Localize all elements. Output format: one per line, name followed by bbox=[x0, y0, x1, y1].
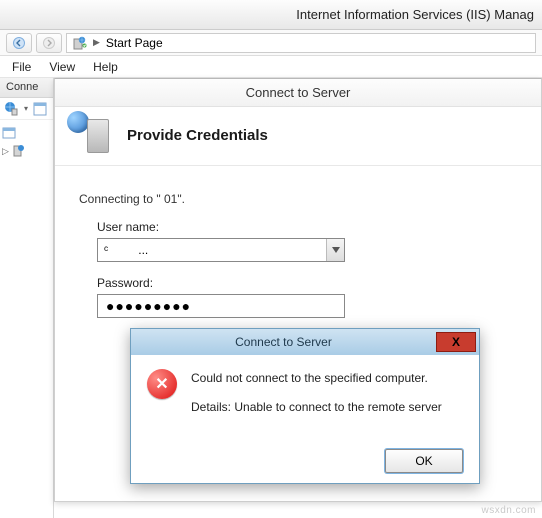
forward-button[interactable] bbox=[36, 33, 62, 53]
error-icon: ✕ bbox=[147, 369, 177, 399]
menu-help[interactable]: Help bbox=[93, 60, 118, 74]
wizard-heading: Provide Credentials bbox=[127, 127, 268, 144]
chevron-down-icon bbox=[332, 247, 340, 253]
password-field[interactable] bbox=[97, 294, 345, 318]
tree-server-node[interactable]: ▷ bbox=[2, 142, 51, 160]
username-input[interactable] bbox=[98, 243, 326, 257]
tree-start-page[interactable] bbox=[2, 124, 51, 142]
connections-pane: Conne ▾ ▷ bbox=[0, 78, 54, 518]
menu-bar: File View Help bbox=[0, 56, 542, 78]
menu-view[interactable]: View bbox=[49, 60, 75, 74]
menu-file[interactable]: File bbox=[12, 60, 31, 74]
server-globe-icon bbox=[73, 115, 113, 155]
connecting-to-line: Connecting to " 01". bbox=[79, 192, 517, 206]
wizard-title: Connect to Server bbox=[55, 79, 541, 107]
toolbar: ▶ Start Page bbox=[0, 30, 542, 56]
app-titlebar: Internet Information Services (IIS) Mana… bbox=[0, 0, 542, 30]
close-icon: X bbox=[452, 335, 460, 349]
breadcrumb-separator: ▶ bbox=[93, 37, 100, 48]
ok-button[interactable]: OK bbox=[385, 449, 463, 473]
error-message: Could not connect to the specified compu… bbox=[191, 369, 442, 388]
app-title: Internet Information Services (IIS) Mana… bbox=[296, 7, 534, 22]
username-dropdown-button[interactable] bbox=[326, 239, 344, 261]
error-details: Details: Unable to connect to the remote… bbox=[191, 398, 442, 417]
connections-tree[interactable]: ▷ bbox=[0, 120, 53, 164]
iis-icon bbox=[73, 36, 87, 50]
connections-toolbar: ▾ bbox=[0, 98, 53, 120]
dialog-titlebar[interactable]: Connect to Server X bbox=[131, 329, 479, 355]
address-bar[interactable]: ▶ Start Page bbox=[66, 33, 536, 53]
error-dialog: Connect to Server X ✕ Could not connect … bbox=[130, 328, 480, 484]
connections-header: Conne bbox=[0, 78, 53, 98]
watermark: wsxdn.com bbox=[481, 505, 536, 516]
password-label: Password: bbox=[97, 276, 517, 290]
breadcrumb-location: Start Page bbox=[106, 36, 163, 50]
password-input[interactable] bbox=[104, 295, 338, 317]
connect-server-icon[interactable] bbox=[4, 101, 20, 117]
username-combo[interactable] bbox=[97, 238, 345, 262]
dialog-title: Connect to Server bbox=[131, 335, 436, 349]
connect-site-icon[interactable] bbox=[32, 101, 48, 117]
back-button[interactable] bbox=[6, 33, 32, 53]
dialog-close-button[interactable]: X bbox=[436, 332, 476, 352]
username-label: User name: bbox=[97, 220, 517, 234]
